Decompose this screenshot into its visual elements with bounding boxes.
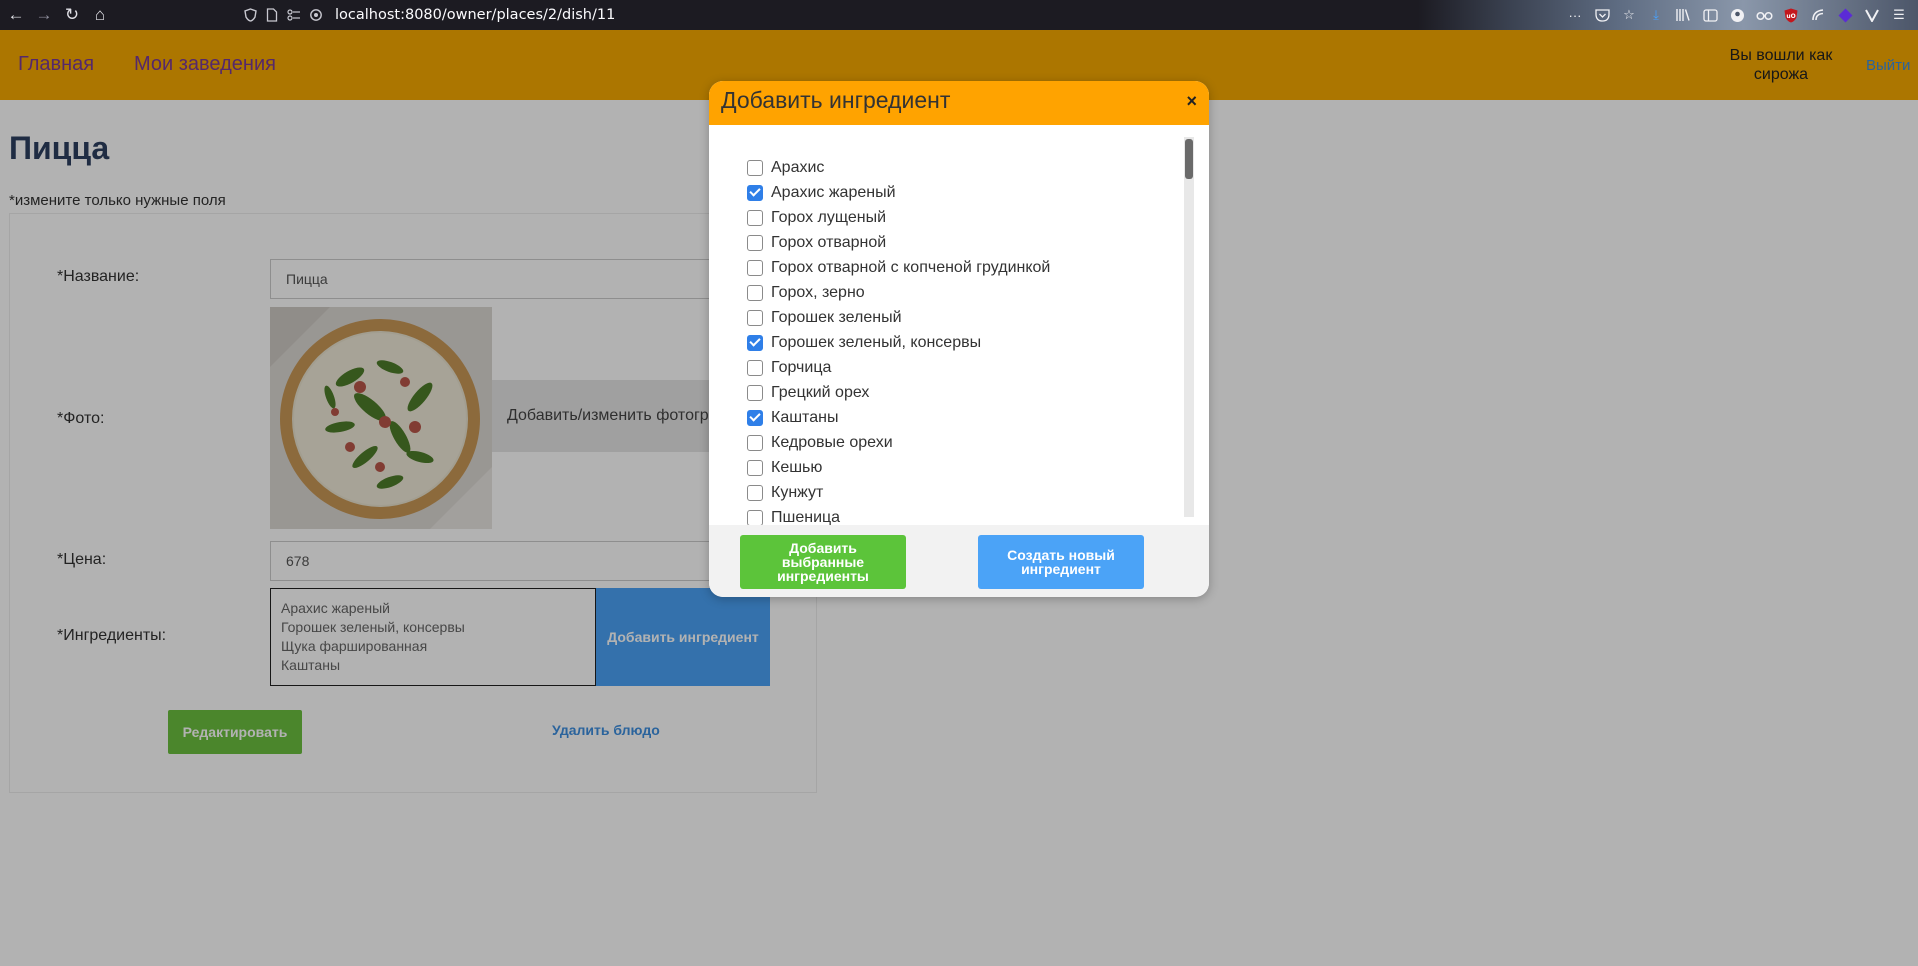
ingredient-checkbox[interactable]	[747, 209, 763, 226]
ingredient-option-label: Кешью	[771, 458, 823, 476]
ingredient-option[interactable]: Горчица	[747, 355, 1167, 380]
menu-icon[interactable]: ☰	[1890, 6, 1908, 24]
create-ingredient-button[interactable]: Создать новый ингредиент	[978, 535, 1144, 589]
url-text[interactable]: localhost:8080/owner/places/2/dish/11	[335, 7, 615, 23]
ingredient-option[interactable]: Арахис жареный	[747, 180, 1167, 205]
ingredient-option-label: Каштаны	[771, 408, 839, 426]
modal-body: Арахис Арахис жареный Горох лущеный Горох о…	[709, 125, 1209, 525]
ingredient-option-label: Горох лущеный	[771, 208, 887, 226]
ingredient-checkbox[interactable]	[747, 284, 763, 301]
ingredient-option[interactable]: Горошек зеленый, консервы	[747, 330, 1167, 355]
download-icon[interactable]: ⤓	[1647, 6, 1665, 24]
shield-icon[interactable]	[243, 8, 257, 22]
ingredient-checkbox[interactable]	[747, 509, 763, 525]
forward-icon[interactable]: →	[32, 3, 56, 27]
star-icon[interactable]: ☆	[1620, 6, 1638, 24]
ingredient-checkbox[interactable]	[747, 409, 763, 426]
ingredient-checkbox[interactable]	[747, 459, 763, 476]
modal-header: Добавить ингредиент ×	[709, 81, 1209, 125]
ingredient-option[interactable]: Грецкий орех	[747, 380, 1167, 405]
ingredient-option[interactable]: Горох лущеный	[747, 205, 1167, 230]
address-bar[interactable]: localhost:8080/owner/places/2/dish/11	[243, 0, 615, 30]
ingredient-option-label: Горчица	[771, 358, 832, 376]
ingredient-option[interactable]: Горох, зерно	[747, 280, 1167, 305]
page-icon	[265, 8, 279, 22]
close-icon[interactable]: ×	[1186, 91, 1197, 112]
ingredient-option-label: Кедровые орехи	[771, 433, 893, 451]
ingredient-option-label: Горошек зеленый, консервы	[771, 333, 982, 351]
ingredient-option[interactable]: Кедровые орехи	[747, 430, 1167, 455]
library-icon[interactable]	[1674, 6, 1692, 24]
ingredient-checkbox[interactable]	[747, 234, 763, 251]
sidebar-icon[interactable]	[1701, 6, 1719, 24]
gear-icon[interactable]	[309, 8, 323, 22]
toolbar-right: ··· ☆ ⤓ uO ☰	[1418, 0, 1918, 30]
ingredient-checkbox[interactable]	[747, 309, 763, 326]
ingredient-option[interactable]: Каштаны	[747, 405, 1167, 430]
ingredient-checkbox[interactable]	[747, 359, 763, 376]
ingredient-checkbox[interactable]	[747, 259, 763, 276]
ingredient-option-label: Горошек зеленый	[771, 308, 902, 326]
ingredient-option[interactable]: Кешью	[747, 455, 1167, 480]
ingredient-checkbox[interactable]	[747, 384, 763, 401]
browser-toolbar: ← → ↻ ⌂ localhost:8080/owner/places/2/di…	[0, 0, 1918, 30]
ingredient-option-label: Горох отварной с копченой грудинкой	[771, 258, 1051, 276]
add-selected-button[interactable]: Добавить выбранные ингредиенты	[740, 535, 906, 589]
ingredient-option-label: Пшеница	[771, 508, 841, 526]
private-mask-icon[interactable]	[1755, 6, 1773, 24]
ublock-icon[interactable]: uO	[1782, 6, 1800, 24]
ingredient-checkbox[interactable]	[747, 434, 763, 451]
ingredient-checklist: Арахис Арахис жареный Горох лущеный Горох о…	[747, 155, 1167, 525]
ingredient-option-label: Арахис	[771, 158, 825, 176]
svg-text:uO: uO	[1786, 13, 1795, 20]
scrollbar-thumb[interactable]	[1185, 139, 1193, 179]
ingredient-checkbox[interactable]	[747, 334, 763, 351]
ingredient-checkbox[interactable]	[747, 159, 763, 176]
ingredient-option[interactable]: Пшеница	[747, 505, 1167, 525]
home-icon[interactable]: ⌂	[88, 3, 112, 27]
account-icon[interactable]	[1728, 6, 1746, 24]
pocket-icon[interactable]	[1593, 6, 1611, 24]
extension-purple-icon[interactable]	[1836, 6, 1854, 24]
add-ingredient-modal: Добавить ингредиент × Арахис Арахис жарен…	[709, 81, 1209, 597]
vivaldi-icon[interactable]	[1863, 6, 1881, 24]
reload-icon[interactable]: ↻	[60, 3, 84, 27]
extension-icon[interactable]	[1809, 6, 1827, 24]
ingredient-option[interactable]: Горошек зеленый	[747, 305, 1167, 330]
modal-title: Добавить ингредиент	[721, 87, 951, 113]
ingredient-option-label: Грецкий орех	[771, 383, 870, 401]
ingredient-option[interactable]: Горох отварной с копченой грудинкой	[747, 255, 1167, 280]
permissions-icon[interactable]	[287, 8, 301, 22]
ingredient-checkbox[interactable]	[747, 484, 763, 501]
ingredient-option[interactable]: Горох отварной	[747, 230, 1167, 255]
ingredient-option-label: Кунжут	[771, 483, 824, 501]
scrollbar[interactable]	[1184, 137, 1194, 517]
ingredient-option[interactable]: Арахис	[747, 155, 1167, 180]
ingredient-option-label: Горох, зерно	[771, 283, 865, 301]
back-icon[interactable]: ←	[4, 3, 28, 27]
ingredient-checkbox[interactable]	[747, 184, 763, 201]
ingredient-option-label: Горох отварной	[771, 233, 887, 251]
modal-footer: Добавить выбранные ингредиенты Создать н…	[709, 525, 1209, 597]
ingredient-option-label: Арахис жареный	[771, 183, 896, 201]
more-icon[interactable]: ···	[1566, 6, 1584, 24]
ingredient-option[interactable]: Кунжут	[747, 480, 1167, 505]
